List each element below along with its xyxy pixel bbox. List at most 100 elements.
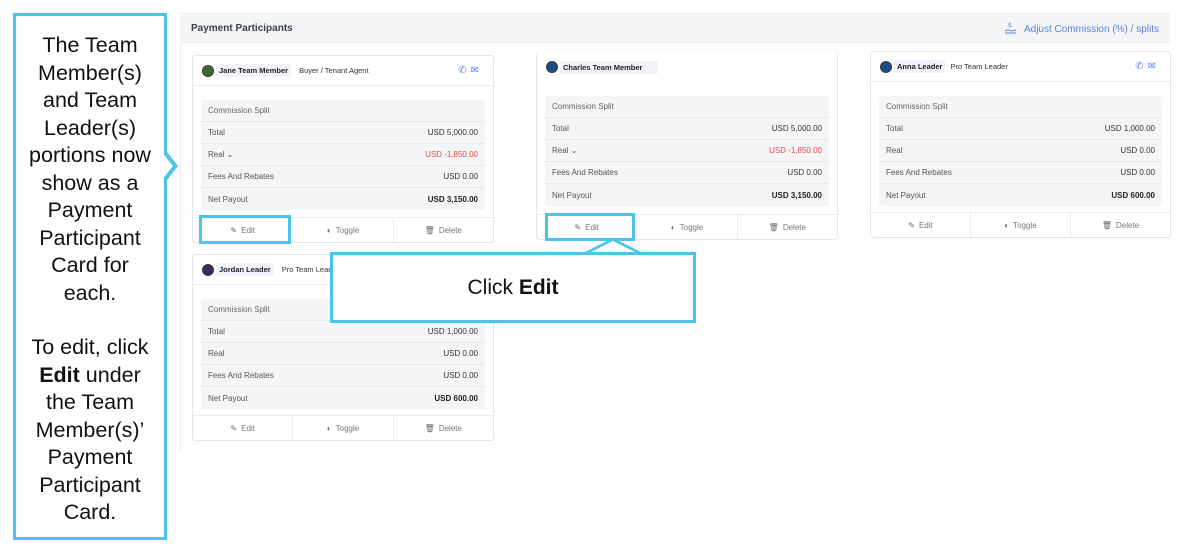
trash-icon: 🗑 [1101, 220, 1113, 230]
row-label: Net Payout [552, 190, 592, 200]
callout-prefix: Click [467, 275, 513, 299]
fees-row: Fees And Rebates USD 0.00 [879, 162, 1162, 184]
panel-title: Payment Participants [191, 23, 293, 34]
card-actions: ✎ Edit ◐ Toggle 🗑 Delete [871, 212, 1170, 237]
net-payout-value: USD 3,150.00 [771, 190, 822, 200]
callout-line: Member(s)’ [35, 417, 145, 442]
edit-label: Edit [918, 220, 933, 230]
real-row[interactable]: Real ⌄ USD -1,850.00 [201, 144, 485, 166]
toggle-icon: ◐ [326, 225, 332, 235]
toggle-label: Toggle [679, 222, 704, 232]
phone-icon[interactable]: ✆ [1135, 61, 1147, 72]
delete-label: Delete [438, 423, 462, 433]
edit-button[interactable]: ✎ Edit [193, 416, 294, 440]
card-header: Jane Team Member Buyer / Tenant Agent ✆✉ [193, 56, 493, 86]
commission-split-box: Commission Split Total USD 5,000.00 Real … [545, 96, 829, 206]
fees-row: Fees And Rebates USD 0.00 [201, 166, 485, 188]
net-payout-value: USD 600.00 [434, 393, 478, 403]
fees-value: USD 0.00 [443, 172, 478, 181]
toggle-label: Toggle [335, 423, 360, 433]
net-payout-row: Net Payout USD 3,150.00 [545, 184, 829, 206]
participant-name: Charles Team Member [560, 60, 659, 74]
participant-role: Pro Team Leader [950, 62, 1008, 71]
delete-label: Delete [782, 222, 806, 232]
callout-line: and Team [42, 88, 138, 112]
avatar [546, 61, 558, 73]
delete-button[interactable]: 🗑 Delete [394, 416, 493, 440]
total-row: Total USD 1,000.00 [201, 321, 485, 343]
svg-text:$: $ [1008, 22, 1012, 29]
total-value: USD 1,000.00 [427, 327, 478, 336]
delete-button[interactable]: 🗑 Delete [394, 218, 493, 242]
real-row[interactable]: Real ⌄ USD -1,850.00 [545, 140, 829, 162]
toggle-button[interactable]: ◐ Toggle [637, 215, 738, 239]
total-value: USD 5,000.00 [771, 124, 822, 133]
contact-icons[interactable]: ✆✉ [458, 65, 483, 76]
avatar [202, 64, 214, 77]
toggle-icon: ◐ [326, 423, 332, 433]
net-payout-row: Net Payout USD 3,150.00 [201, 188, 485, 210]
fees-value: USD 0.00 [787, 168, 822, 177]
fees-row: Fees And Rebates USD 0.00 [545, 162, 829, 184]
row-label: Total [886, 124, 903, 133]
row-label: Net Payout [886, 190, 926, 200]
row-label: Net Payout [208, 393, 248, 403]
fees-value: USD 0.00 [1120, 168, 1155, 177]
net-payout-value: USD 3,150.00 [427, 194, 478, 204]
row-label: Fees And Rebates [208, 371, 274, 380]
total-row: Total USD 1,000.00 [879, 118, 1162, 140]
panel-header: Payment Participants $ Adjust Commission… [180, 13, 1170, 43]
callout-line: portions now [29, 143, 151, 167]
toggle-button[interactable]: ◐ Toggle [293, 218, 394, 242]
adjust-commission-link[interactable]: $ Adjust Commission (%) / splits [1004, 21, 1159, 38]
row-label: Fees And Rebates [886, 168, 952, 177]
callout-bold: Edit [518, 275, 559, 299]
commission-split-title: Commission Split [879, 96, 1162, 118]
row-label: Real ⌄ [552, 146, 578, 155]
edit-highlight-box [545, 213, 635, 241]
real-value: USD -1,850.00 [769, 146, 822, 155]
mail-icon[interactable]: ✉ [1148, 61, 1160, 72]
callout-line: Participant [39, 225, 141, 250]
real-value: USD 0.00 [1120, 146, 1155, 155]
callout-line: Card. [63, 500, 117, 524]
callout-line: To edit, click [31, 335, 149, 359]
delete-button[interactable]: 🗑 Delete [1071, 213, 1170, 237]
total-row: Total USD 5,000.00 [201, 122, 485, 144]
delete-button[interactable]: 🗑 Delete [738, 215, 837, 239]
mail-icon[interactable]: ✉ [471, 65, 483, 76]
phone-icon[interactable]: ✆ [458, 65, 470, 76]
toggle-button[interactable]: ◐ Toggle [293, 416, 394, 440]
edit-highlight-box [199, 215, 291, 244]
callout-line: Member(s) [38, 60, 142, 85]
contact-icons[interactable]: ✆✉ [1135, 61, 1160, 72]
participant-name: Jordan Leader [216, 263, 274, 276]
pencil-icon: ✎ [908, 220, 915, 230]
trash-icon: 🗑 [768, 222, 779, 232]
net-payout-row: Net Payout USD 600.00 [201, 387, 485, 409]
row-label: Real [886, 146, 903, 155]
row-label: Real [208, 349, 225, 358]
fees-row: Fees And Rebates USD 0.00 [201, 365, 485, 387]
toggle-label: Toggle [335, 225, 360, 235]
trash-icon: 🗑 [424, 423, 435, 433]
callout-line: Edit under [16, 362, 164, 390]
callout-arrow [161, 148, 178, 184]
edit-button[interactable]: ✎ Edit [871, 213, 971, 237]
commission-split-title: Commission Split [545, 96, 829, 118]
net-payout-value: USD 600.00 [1111, 190, 1155, 200]
real-row: Real USD 0.00 [201, 343, 485, 365]
total-value: USD 5,000.00 [427, 128, 478, 137]
participant-name: Jane Team Member [216, 64, 292, 77]
row-label: Total [208, 327, 225, 336]
participant-name: Anna Leader [894, 60, 946, 73]
real-row: Real USD 0.00 [879, 140, 1162, 162]
callout-edit-suffix: under [85, 362, 141, 387]
row-label: Fees And Rebates [208, 172, 274, 181]
fees-value: USD 0.00 [443, 371, 478, 380]
participant-card-charles: Charles Team Member Commission Split Tot… [536, 52, 838, 240]
callout-pointer [583, 238, 643, 254]
adjust-commission-label: Adjust Commission (%) / splits [1023, 24, 1159, 35]
net-payout-row: Net Payout USD 600.00 [879, 184, 1162, 206]
toggle-button[interactable]: ◐ Toggle [971, 213, 1071, 237]
